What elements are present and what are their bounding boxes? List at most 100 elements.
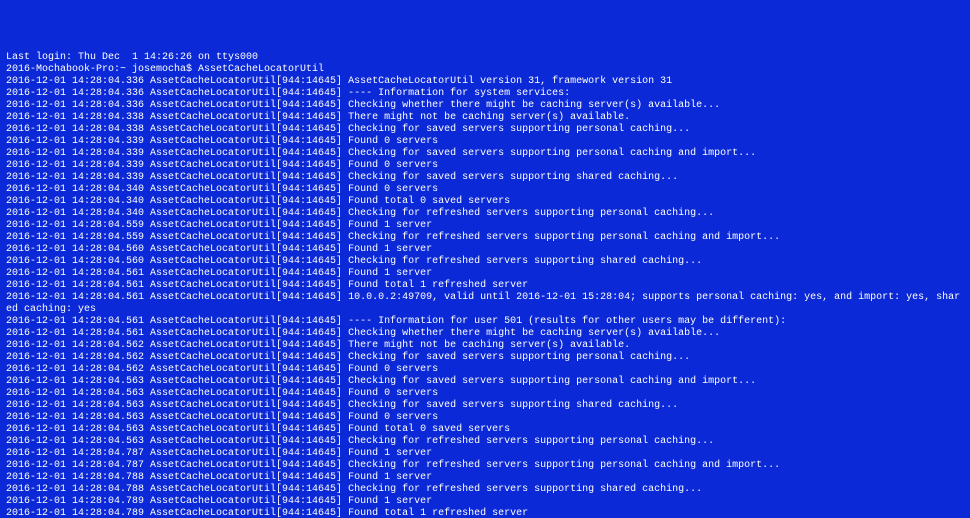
log-prefix: 2016-12-01 14:28:04.336 AssetCacheLocato… [6,76,348,87]
log-message: Checking for refreshed servers supportin… [348,256,702,267]
log-message: Found total 0 saved servers [348,196,510,207]
shell-prompt: 2016-Mochabook-Pro:~ josemocha$ [6,64,198,75]
log-prefix: 2016-12-01 14:28:04.339 AssetCacheLocato… [6,136,348,147]
log-message: Found total 1 refreshed server [348,280,528,291]
log-message: Found total 0 saved servers [348,424,510,435]
log-message: ---- Information for user 501 (results f… [348,316,786,327]
log-prefix: 2016-12-01 14:28:04.788 AssetCacheLocato… [6,472,348,483]
log-line: 2016-12-01 14:28:04.563 AssetCacheLocato… [6,376,964,388]
log-prefix: 2016-12-01 14:28:04.339 AssetCacheLocato… [6,148,348,159]
log-line: 2016-12-01 14:28:04.560 AssetCacheLocato… [6,244,964,256]
log-prefix: 2016-12-01 14:28:04.561 AssetCacheLocato… [6,292,348,303]
log-prefix: 2016-12-01 14:28:04.563 AssetCacheLocato… [6,388,348,399]
log-line: 2016-12-01 14:28:04.562 AssetCacheLocato… [6,340,964,352]
log-prefix: 2016-12-01 14:28:04.563 AssetCacheLocato… [6,400,348,411]
log-line: 2016-12-01 14:28:04.789 AssetCacheLocato… [6,508,964,518]
log-prefix: 2016-12-01 14:28:04.340 AssetCacheLocato… [6,196,348,207]
log-message: Found 1 server [348,220,432,231]
log-message: Checking for saved servers supporting pe… [348,376,756,387]
log-message: Checking for refreshed servers supportin… [348,436,714,447]
log-message: There might not be caching server(s) ava… [348,112,630,123]
log-message: Checking for saved servers supporting pe… [348,124,690,135]
log-prefix: 2016-12-01 14:28:04.338 AssetCacheLocato… [6,112,348,123]
log-line: 2016-12-01 14:28:04.563 AssetCacheLocato… [6,388,964,400]
log-prefix: 2016-12-01 14:28:04.338 AssetCacheLocato… [6,124,348,135]
command-text: AssetCacheLocatorUtil [198,64,324,75]
log-prefix: 2016-12-01 14:28:04.563 AssetCacheLocato… [6,376,348,387]
log-message: AssetCacheLocatorUtil version 31, framew… [348,76,672,87]
log-prefix: 2016-12-01 14:28:04.561 AssetCacheLocato… [6,280,348,291]
log-message: There might not be caching server(s) ava… [348,340,630,351]
log-message: Checking for refreshed servers supportin… [348,484,702,495]
log-message: Checking for saved servers supporting pe… [348,148,756,159]
log-message: Found total 1 refreshed server [348,508,528,518]
log-prefix: 2016-12-01 14:28:04.563 AssetCacheLocato… [6,436,348,447]
log-line: 2016-12-01 14:28:04.340 AssetCacheLocato… [6,196,964,208]
log-line: 2016-12-01 14:28:04.787 AssetCacheLocato… [6,460,964,472]
log-prefix: 2016-12-01 14:28:04.560 AssetCacheLocato… [6,244,348,255]
log-line: 2016-12-01 14:28:04.339 AssetCacheLocato… [6,172,964,184]
log-line: 2016-12-01 14:28:04.559 AssetCacheLocato… [6,232,964,244]
log-message: Found 1 server [348,448,432,459]
log-message: Found 1 server [348,268,432,279]
log-prefix: 2016-12-01 14:28:04.563 AssetCacheLocato… [6,412,348,423]
log-line: 2016-12-01 14:28:04.336 AssetCacheLocato… [6,88,964,100]
log-message: Found 0 servers [348,136,438,147]
log-line: 2016-12-01 14:28:04.787 AssetCacheLocato… [6,448,964,460]
log-line: 2016-12-01 14:28:04.563 AssetCacheLocato… [6,424,964,436]
log-line: 2016-12-01 14:28:04.336 AssetCacheLocato… [6,76,964,88]
log-message: Checking for saved servers supporting sh… [348,172,678,183]
last-login-text: Last login: Thu Dec 1 14:26:26 on ttys00… [6,52,258,63]
log-line: 2016-12-01 14:28:04.563 AssetCacheLocato… [6,436,964,448]
log-line: 2016-12-01 14:28:04.339 AssetCacheLocato… [6,136,964,148]
log-line: 2016-12-01 14:28:04.338 AssetCacheLocato… [6,112,964,124]
log-line: 2016-12-01 14:28:04.561 AssetCacheLocato… [6,268,964,280]
log-prefix: 2016-12-01 14:28:04.562 AssetCacheLocato… [6,352,348,363]
log-line: 2016-12-01 14:28:04.563 AssetCacheLocato… [6,412,964,424]
log-prefix: 2016-12-01 14:28:04.336 AssetCacheLocato… [6,88,348,99]
log-prefix: 2016-12-01 14:28:04.339 AssetCacheLocato… [6,160,348,171]
log-line: 2016-12-01 14:28:04.336 AssetCacheLocato… [6,100,964,112]
log-prefix: 2016-12-01 14:28:04.560 AssetCacheLocato… [6,256,348,267]
log-line: 2016-12-01 14:28:04.788 AssetCacheLocato… [6,484,964,496]
log-prefix: 2016-12-01 14:28:04.562 AssetCacheLocato… [6,340,348,351]
log-prefix: 2016-12-01 14:28:04.561 AssetCacheLocato… [6,316,348,327]
log-line: 2016-12-01 14:28:04.789 AssetCacheLocato… [6,496,964,508]
log-line: 2016-12-01 14:28:04.562 AssetCacheLocato… [6,364,964,376]
log-message: Checking whether there might be caching … [348,100,720,111]
log-prefix: 2016-12-01 14:28:04.561 AssetCacheLocato… [6,268,348,279]
terminal-output[interactable]: Last login: Thu Dec 1 14:26:26 on ttys00… [6,52,964,518]
log-line: 2016-12-01 14:28:04.338 AssetCacheLocato… [6,124,964,136]
prompt-line-1: 2016-Mochabook-Pro:~ josemocha$ AssetCac… [6,64,964,76]
log-prefix: 2016-12-01 14:28:04.788 AssetCacheLocato… [6,484,348,495]
log-prefix: 2016-12-01 14:28:04.789 AssetCacheLocato… [6,508,348,518]
log-prefix: 2016-12-01 14:28:04.789 AssetCacheLocato… [6,496,348,507]
log-message: Checking for saved servers supporting pe… [348,352,690,363]
log-line: 2016-12-01 14:28:04.561 AssetCacheLocato… [6,316,964,328]
log-line: 2016-12-01 14:28:04.788 AssetCacheLocato… [6,472,964,484]
log-prefix: 2016-12-01 14:28:04.562 AssetCacheLocato… [6,364,348,375]
log-message: Checking for refreshed servers supportin… [348,208,714,219]
log-line: 2016-12-01 14:28:04.563 AssetCacheLocato… [6,400,964,412]
log-prefix: 2016-12-01 14:28:04.787 AssetCacheLocato… [6,448,348,459]
log-line: 2016-12-01 14:28:04.340 AssetCacheLocato… [6,184,964,196]
log-line: 2016-12-01 14:28:04.559 AssetCacheLocato… [6,220,964,232]
log-prefix: 2016-12-01 14:28:04.563 AssetCacheLocato… [6,424,348,435]
log-line: 2016-12-01 14:28:04.562 AssetCacheLocato… [6,352,964,364]
last-login-line: Last login: Thu Dec 1 14:26:26 on ttys00… [6,52,964,64]
log-line: 2016-12-01 14:28:04.340 AssetCacheLocato… [6,208,964,220]
log-line: 2016-12-01 14:28:04.561 AssetCacheLocato… [6,328,964,340]
log-message: Checking for saved servers supporting sh… [348,400,678,411]
log-prefix: 2016-12-01 14:28:04.559 AssetCacheLocato… [6,232,348,243]
log-message: ---- Information for system services: [348,88,570,99]
log-prefix: 2016-12-01 14:28:04.336 AssetCacheLocato… [6,100,348,111]
log-prefix: 2016-12-01 14:28:04.787 AssetCacheLocato… [6,460,348,471]
log-prefix: 2016-12-01 14:28:04.340 AssetCacheLocato… [6,208,348,219]
log-prefix: 2016-12-01 14:28:04.561 AssetCacheLocato… [6,328,348,339]
log-message: Found 0 servers [348,412,438,423]
log-message: Found 1 server [348,472,432,483]
log-message: Found 0 servers [348,364,438,375]
log-line: 2016-12-01 14:28:04.561 AssetCacheLocato… [6,292,964,316]
log-message: Checking for refreshed servers supportin… [348,232,780,243]
log-prefix: 2016-12-01 14:28:04.339 AssetCacheLocato… [6,172,348,183]
